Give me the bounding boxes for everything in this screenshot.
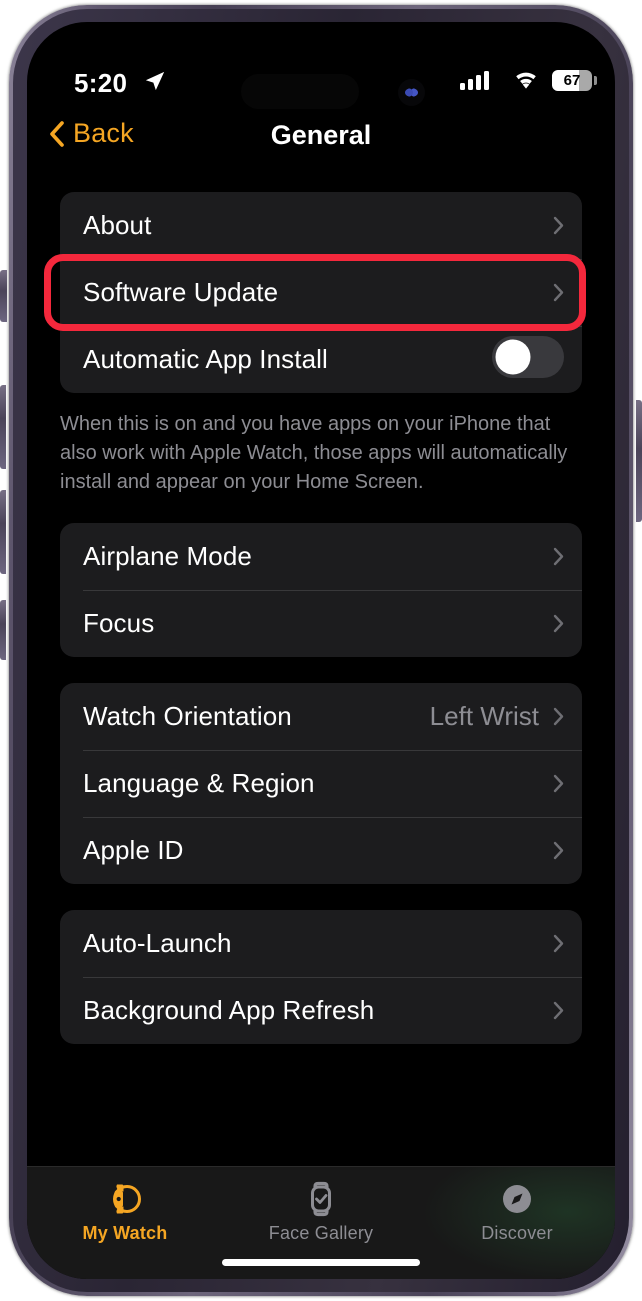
dynamic-island (241, 74, 359, 109)
wifi-icon (516, 72, 536, 89)
settings-row-label: Watch Orientation (83, 701, 292, 731)
page-title: General (270, 120, 372, 150)
tab-discover[interactable]: Discover (419, 1167, 615, 1279)
chevron-right-icon (553, 216, 564, 235)
settings-row[interactable]: Automatic App Install (60, 326, 582, 393)
volume-down-button[interactable] (0, 490, 6, 574)
settings-row-label: Auto-Launch (83, 928, 232, 958)
tab-label: Discover (481, 1223, 553, 1243)
compass-icon (503, 1185, 531, 1213)
silent-switch[interactable] (0, 600, 6, 660)
settings-row[interactable]: Background App Refresh (60, 977, 582, 1044)
battery-level: 67 (563, 72, 581, 89)
settings-row[interactable]: Apple ID (60, 817, 582, 884)
settings-row-label: Airplane Mode (83, 541, 252, 571)
settings-row[interactable]: Auto-Launch (60, 910, 582, 977)
chevron-right-icon (553, 934, 564, 953)
chevron-right-icon (553, 1001, 564, 1020)
status-time: 5:20 (74, 68, 128, 98)
phone-screen: 5:20 67 Back General About Software Upda… (27, 22, 615, 1279)
settings-row[interactable]: Airplane Mode (60, 523, 582, 590)
toggle-switch[interactable] (492, 336, 564, 383)
settings-row-label: Background App Refresh (83, 995, 375, 1025)
settings-row[interactable]: Language & Region (60, 750, 582, 817)
chevron-right-icon (553, 283, 564, 302)
settings-row-label: Automatic App Install (83, 344, 328, 374)
settings-row-label: Apple ID (83, 835, 184, 865)
tab-label: My Watch (82, 1223, 168, 1243)
watch-icon (113, 1184, 141, 1214)
settings-list: About Software Update Automatic App Instal… (27, 192, 615, 1166)
chevron-right-icon (553, 841, 564, 860)
settings-row[interactable]: Focus (60, 590, 582, 657)
watch-face-check-icon (311, 1181, 331, 1217)
settings-row[interactable]: Software Update (60, 259, 582, 326)
watch-icon (105, 1178, 145, 1220)
compass-icon (497, 1178, 537, 1220)
settings-group-footer: When this is on and you have apps on you… (60, 413, 568, 493)
volume-up-button[interactable] (0, 385, 6, 469)
settings-row-label: About (83, 210, 152, 240)
chevron-right-icon (553, 707, 564, 726)
chevron-right-icon (553, 774, 564, 793)
nav-bar: Back General (27, 118, 615, 174)
settings-group: Airplane Mode Focus (60, 523, 582, 657)
power-button[interactable] (636, 400, 642, 522)
battery-cap (594, 76, 597, 85)
watch-face-check-icon (301, 1178, 341, 1220)
location-arrow-icon (145, 71, 165, 91)
settings-row-label: Focus (83, 608, 155, 638)
tab-face-gallery[interactable]: Face Gallery (223, 1167, 419, 1279)
action-button[interactable] (0, 270, 7, 322)
settings-row-value: Left Wrist (429, 701, 539, 731)
status-bar: 5:20 67 (27, 22, 615, 109)
tab-my-watch[interactable]: My Watch (27, 1167, 223, 1279)
front-camera-icon (398, 79, 425, 106)
settings-row-label: Language & Region (83, 768, 315, 798)
tab-bar: My Watch Face Gallery Discover (27, 1166, 615, 1279)
chevron-right-icon (553, 547, 564, 566)
settings-row-label: Software Update (83, 277, 279, 307)
settings-row[interactable]: About (60, 192, 582, 259)
settings-row[interactable]: Watch Orientation Left Wrist (60, 683, 582, 750)
cellular-bars-icon (460, 70, 489, 90)
tab-label: Face Gallery (268, 1223, 374, 1243)
settings-group: Watch Orientation Left Wrist Language & Re… (60, 683, 582, 884)
battery-icon: 67 (552, 70, 592, 91)
settings-group: Auto-Launch Background App Refresh (60, 910, 582, 1044)
settings-group: About Software Update Automatic App Instal… (60, 192, 582, 393)
chevron-right-icon (553, 614, 564, 633)
